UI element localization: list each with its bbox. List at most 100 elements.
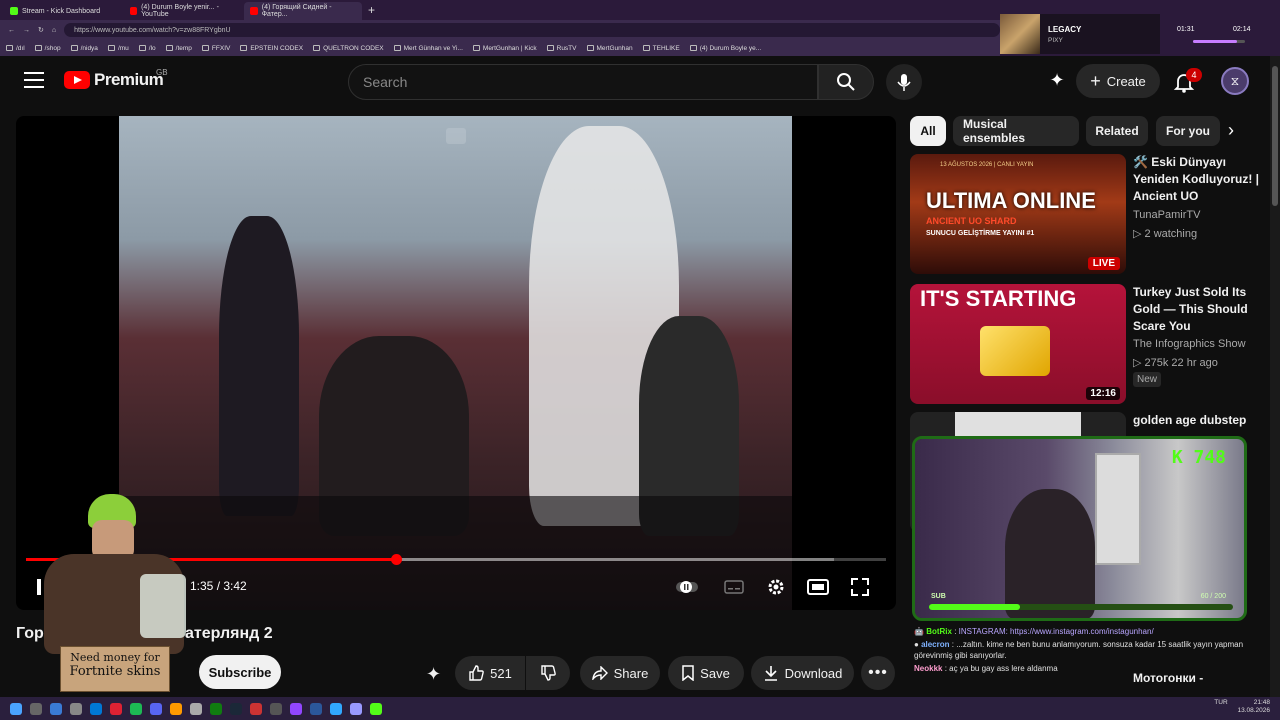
sub-goal-fill	[929, 604, 1021, 610]
chip-for-you[interactable]: For you	[1156, 116, 1220, 146]
bookmark-item[interactable]: QUELTRON CODEX	[313, 45, 384, 52]
photoshop-icon[interactable]	[330, 702, 342, 715]
more-actions-button[interactable]: •••	[861, 656, 895, 690]
chip-all[interactable]: All	[910, 116, 946, 146]
bookmark-item[interactable]: /nidya	[70, 45, 98, 52]
fullscreen-button[interactable]	[849, 576, 871, 598]
chevron-right-icon[interactable]: ›	[1228, 120, 1234, 141]
rec-title-2[interactable]: Turkey Just Sold Its Gold — This Should …	[1133, 284, 1263, 335]
settings-button[interactable]	[765, 576, 787, 598]
subscribe-button[interactable]: Subscribe	[199, 655, 281, 689]
clock-date[interactable]: 13.08.2026	[1237, 707, 1270, 714]
share-button[interactable]: Share	[580, 656, 660, 690]
hamburger-menu-icon[interactable]	[24, 72, 44, 88]
thumbs-up-icon	[469, 665, 484, 681]
bookmark-item[interactable]: RusTV	[546, 45, 577, 52]
reload-icon[interactable]: ↻	[38, 26, 44, 34]
bookmark-item[interactable]: FFXIV	[201, 44, 231, 52]
rec-thumbnail-2[interactable]: IT'S STARTING 12:16	[910, 284, 1126, 404]
thumb-date: 13 AĞUSTOS 2026 | CANLI YAYIN	[940, 162, 1034, 168]
download-button[interactable]: Download	[751, 656, 854, 690]
bookmark-item[interactable]: Mert Günhan ve Yi...	[393, 45, 463, 52]
miniplayer-hint-icon[interactable]	[446, 128, 466, 144]
app-icon[interactable]	[70, 702, 82, 715]
page-scrollbar[interactable]	[1270, 56, 1280, 697]
language-indicator[interactable]: TUR	[1214, 699, 1227, 706]
app-icon[interactable]	[170, 702, 182, 715]
premium-gem-icon[interactable]: ✦	[1045, 70, 1069, 94]
steam-icon[interactable]	[230, 702, 242, 715]
scrubber-handle[interactable]	[390, 554, 402, 565]
youtube-logo[interactable]: Premium GB	[64, 68, 168, 90]
tab-youtube-active[interactable]: (4) Горящий Сидней - Фатер...	[244, 2, 362, 20]
app-icon[interactable]	[270, 702, 282, 715]
kick-follower-count: K 748	[1171, 447, 1226, 468]
discord-icon[interactable]	[150, 702, 162, 715]
forward-icon[interactable]: →	[23, 27, 30, 34]
save-label: Save	[700, 665, 730, 681]
account-avatar[interactable]: ⧖	[1221, 67, 1249, 95]
folder-icon	[165, 45, 173, 51]
windows-start-icon[interactable]	[10, 702, 22, 715]
rec-thumbnail-1[interactable]: 13 AĞUSTOS 2026 | CANLI YAYIN ULTIMA ONL…	[910, 154, 1126, 274]
sub-progress-text: 60 / 200	[1200, 593, 1226, 600]
chip-related[interactable]: Related	[1086, 116, 1148, 146]
music-progress-bar[interactable]	[1193, 40, 1245, 43]
search-taskbar-icon[interactable]	[30, 702, 42, 715]
rec-title-4[interactable]: Мотогонки -	[1133, 670, 1263, 687]
back-icon[interactable]: ←	[8, 27, 15, 34]
tab-youtube-durum[interactable]: (4) Durum Boyle yenir... - YouTube	[124, 2, 242, 20]
rec-channel-2[interactable]: The Infographics Show	[1133, 338, 1246, 350]
app-icon[interactable]	[190, 702, 202, 715]
rec-title-1[interactable]: 🛠️ Eski Dünyayı Yeniden Kodluyoruz! | An…	[1133, 154, 1263, 206]
bookmark-item[interactable]: MertGunhan	[586, 45, 633, 52]
clock-time[interactable]: 21:48	[1254, 699, 1270, 706]
bookmark-item[interactable]: /shop	[34, 45, 61, 52]
music-total: 02:14	[1233, 26, 1251, 33]
voice-search-button[interactable]	[886, 64, 922, 100]
twitch-icon[interactable]	[290, 702, 302, 715]
bookmark-item[interactable]: /dıl	[6, 45, 25, 52]
like-button[interactable]: 521	[455, 656, 525, 690]
chip-musical-ensembles[interactable]: Musical ensembles	[953, 116, 1079, 146]
app-icon[interactable]	[250, 702, 262, 715]
folder-icon	[313, 45, 321, 51]
bookmark-item[interactable]: /temp	[165, 45, 192, 52]
scrollbar-thumb[interactable]	[1272, 66, 1278, 206]
autoplay-toggle[interactable]	[676, 576, 698, 598]
home-icon[interactable]: ⌂	[52, 27, 56, 34]
word-icon[interactable]	[310, 702, 322, 715]
chat-user: Neokkk	[914, 664, 943, 673]
premiere-icon[interactable]	[350, 702, 362, 715]
spotify-icon[interactable]	[130, 702, 142, 715]
bookmark-item[interactable]: /lo	[138, 45, 156, 52]
xbox-icon[interactable]	[210, 702, 222, 715]
new-badge: New	[1133, 372, 1162, 387]
rec-channel-1[interactable]: TunaPamirTV	[1133, 209, 1200, 221]
bookmark-item[interactable]: TEHLIKE	[642, 45, 680, 52]
bookmark-item[interactable]: MertGunhan | Kick	[472, 45, 537, 52]
url-field[interactable]: https://www.youtube.com/watch?v=zw88FRYg…	[64, 23, 1000, 37]
search-button[interactable]	[818, 64, 874, 100]
app-icon[interactable]	[110, 702, 122, 715]
chat-text: ...zaltın. kime ne ben bunu anlamıyorum.…	[914, 640, 1244, 660]
rec-title-3[interactable]: golden age dubstep	[1133, 412, 1263, 429]
tab-kick-dashboard[interactable]: Stream - Kick Dashboard	[4, 2, 122, 20]
app-icon[interactable]	[50, 702, 62, 715]
save-button[interactable]: Save	[668, 656, 744, 690]
dislike-button[interactable]	[526, 656, 570, 690]
app-icon[interactable]	[90, 702, 102, 715]
download-icon	[764, 666, 777, 681]
streamer-figure	[1005, 489, 1095, 618]
bookmark-item[interactable]: /mu	[107, 45, 129, 52]
new-tab-button[interactable]: +	[368, 3, 375, 17]
create-button[interactable]: + Create	[1076, 64, 1160, 98]
bookmark-label: FFXIV	[211, 44, 231, 52]
premium-gem-icon[interactable]: ✦	[426, 664, 441, 685]
bookmark-item[interactable]: (4) Durum Boyle ye...	[689, 45, 761, 52]
search-input[interactable]: Search	[348, 64, 818, 100]
theater-mode-button[interactable]	[807, 576, 829, 598]
kick-icon[interactable]	[370, 702, 382, 715]
bookmark-item[interactable]: EPSTEIN CODEX	[240, 45, 303, 52]
captions-button[interactable]	[723, 576, 745, 598]
